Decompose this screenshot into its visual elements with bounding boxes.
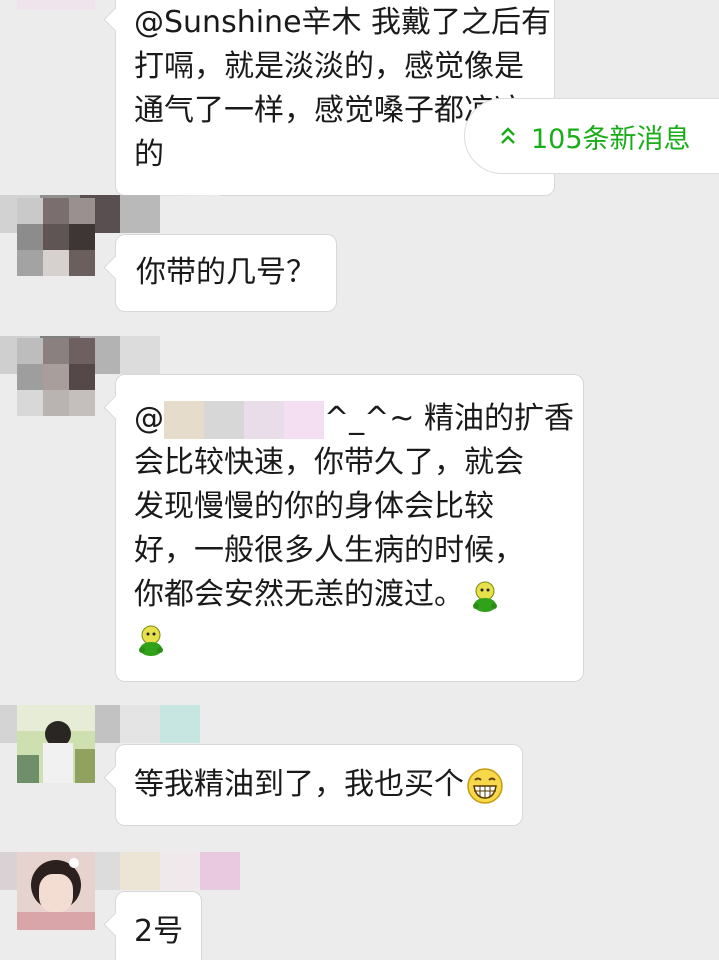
message-bubble[interactable]: @ ^_^~ 精油的扩香 会比较快速，你带久了，就会 发现慢慢的你的身体会比较 好… bbox=[115, 374, 584, 682]
chat-view: @Sunshine辛木 我戴了之后有 打嗝，就是淡淡的，感觉像是 通气了一样，感… bbox=[0, 0, 719, 960]
message-bubble[interactable]: 你带的几号？ bbox=[115, 234, 337, 312]
new-messages-button[interactable]: 105条新消息 bbox=[464, 98, 719, 174]
message-text: 2号 bbox=[134, 914, 184, 949]
avatar[interactable] bbox=[17, 0, 95, 10]
frog-emoji-icon bbox=[473, 581, 497, 612]
mention-at: @ bbox=[134, 401, 164, 436]
message-text: ^_^~ 精油的扩香 bbox=[324, 401, 574, 436]
message-line bbox=[134, 617, 565, 661]
avatar[interactable] bbox=[17, 852, 95, 930]
message-line: @Sunshine辛木 我戴了之后有 bbox=[134, 5, 552, 40]
message-line: 你都会安然无恙的渡过。 bbox=[134, 573, 565, 617]
new-messages-label: 105条新消息 bbox=[531, 123, 691, 155]
message-bubble[interactable]: 等我精油到了，我也买个 bbox=[115, 744, 523, 826]
message-line: 会比较快速，你带久了，就会 bbox=[134, 445, 524, 480]
double-chevron-up-icon bbox=[501, 127, 515, 144]
message-line: 等我精油到了，我也买个 bbox=[134, 763, 504, 807]
avatar[interactable] bbox=[17, 705, 95, 783]
message-line: 打嗝，就是淡淡的，感觉像是 bbox=[134, 49, 524, 84]
message-text: 等我精油到了，我也买个 bbox=[134, 767, 464, 802]
message-text: 你带的几号？ bbox=[136, 255, 316, 290]
grin-emoji-icon bbox=[467, 767, 503, 804]
message-line: @ ^_^~ 精油的扩香 bbox=[134, 397, 574, 441]
message-line: 好，一般很多人生病的时候， bbox=[134, 533, 524, 568]
avatar[interactable] bbox=[17, 198, 95, 276]
avatar[interactable] bbox=[17, 338, 95, 416]
message-line: 发现慢慢的你的身体会比较 bbox=[134, 489, 494, 524]
message-text: 你都会安然无恙的渡过。 bbox=[134, 577, 464, 612]
message-bubble[interactable]: 2号 bbox=[115, 891, 203, 960]
frog-emoji-icon bbox=[139, 625, 163, 656]
mention-name-mosaic bbox=[164, 400, 324, 439]
